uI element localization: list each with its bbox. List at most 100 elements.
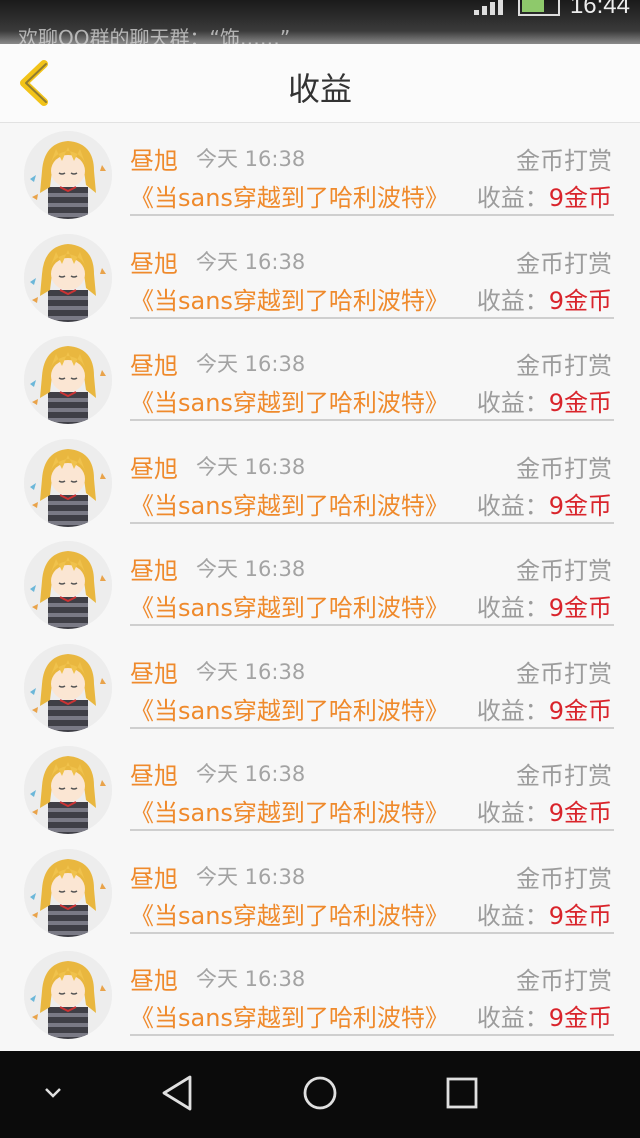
row-divider: [130, 316, 614, 319]
income-amount: 9金币: [548, 184, 612, 212]
user-avatar[interactable]: [24, 131, 112, 219]
user-avatar[interactable]: [24, 438, 112, 527]
user-avatar[interactable]: [24, 233, 112, 322]
row-divider: [130, 829, 614, 831]
row-divider: [130, 214, 614, 216]
record-type: 金币打赏: [516, 147, 612, 175]
user-avatar[interactable]: [24, 643, 112, 732]
work-title[interactable]: 《当sans穿越到了哈利波特》: [130, 178, 449, 213]
income-info: 收益：9金币: [477, 691, 612, 726]
income-amount: 9金币: [548, 799, 612, 827]
income-amount: 9金币: [548, 286, 612, 315]
record-type: 金币打赏: [516, 249, 612, 278]
income-info: 收益：9金币: [477, 998, 612, 1033]
user-name[interactable]: 昼旭: [130, 244, 178, 279]
work-title[interactable]: 《当sans穿越到了哈利波特》: [130, 588, 449, 623]
income-amount: 9金币: [548, 1004, 612, 1032]
record-type: 金币打赏: [516, 454, 612, 483]
user-name[interactable]: 昼旭: [130, 346, 178, 381]
income-info: 收益：9金币: [477, 486, 612, 521]
row-divider: [130, 419, 614, 421]
user-avatar[interactable]: [24, 848, 112, 937]
chevron-down-icon[interactable]: [40, 1083, 66, 1107]
row-divider: [130, 521, 614, 524]
user-avatar[interactable]: [24, 541, 112, 629]
status-bar: 欢聊QQ群的聊天群：“饰……” 16:44: [0, 0, 640, 44]
record-time: 今天 16:38: [196, 864, 306, 889]
record-type: 金币打赏: [516, 864, 612, 893]
income-info: 收益：9金币: [477, 588, 612, 623]
record-type: 金币打赏: [516, 352, 612, 380]
work-title[interactable]: 《当sans穿越到了哈利波特》: [130, 998, 449, 1033]
row-divider: [130, 726, 614, 729]
notification-ticker: 欢聊QQ群的聊天群：“饰……”: [18, 26, 291, 44]
income-label: 收益：: [476, 1004, 549, 1032]
income-label: 收益：: [476, 799, 549, 827]
income-info: 收益：9金币: [477, 383, 612, 418]
nav-recents-icon[interactable]: [444, 1073, 480, 1117]
income-label: 收益：: [476, 491, 549, 520]
work-title[interactable]: 《当sans穿越到了哈利波特》: [130, 691, 449, 726]
status-time: 16:44: [569, 0, 630, 19]
user-name[interactable]: 昼旭: [130, 859, 178, 894]
income-label: 收益：: [476, 389, 549, 417]
battery-icon: [517, 0, 560, 16]
income-record-list[interactable]: 昼旭 今天 16:38 金币打赏 《当sans穿越到了哈利波特》 收益：9金币: [0, 123, 640, 1046]
record-time: 今天 16:38: [196, 659, 306, 684]
record-time: 今天 16:38: [196, 762, 306, 786]
nav-home-icon[interactable]: [302, 1073, 338, 1117]
status-icons: 16:44: [473, 0, 630, 20]
user-avatar[interactable]: [24, 336, 112, 424]
user-name[interactable]: 昼旭: [130, 141, 178, 176]
income-label: 收益：: [476, 594, 549, 622]
user-name[interactable]: 昼旭: [130, 756, 178, 791]
income-record-row[interactable]: 昼旭 今天 16:38 金币打赏 《当sans穿越到了哈利波特》 收益：9金币: [0, 738, 640, 841]
income-record-row[interactable]: 昼旭 今天 16:38 金币打赏 《当sans穿越到了哈利波特》 收益：9金币: [0, 533, 640, 636]
user-name[interactable]: 昼旭: [130, 961, 178, 996]
system-nav-bar: [0, 1051, 640, 1138]
work-title[interactable]: 《当sans穿越到了哈利波特》: [130, 281, 449, 316]
row-divider: [130, 1034, 614, 1036]
page-title: 收益: [287, 70, 352, 108]
income-info: 收益：9金币: [477, 281, 612, 316]
income-label: 收益：: [476, 696, 549, 725]
signal-icon: [473, 0, 508, 15]
user-avatar[interactable]: [24, 746, 112, 834]
income-record-row[interactable]: 昼旭 今天 16:38 金币打赏 《当sans穿越到了哈利波特》 收益：9金币: [0, 431, 640, 534]
work-title[interactable]: 《当sans穿越到了哈利波特》: [130, 896, 449, 931]
user-avatar[interactable]: [24, 951, 112, 1039]
row-divider: [130, 931, 614, 934]
user-name[interactable]: 昼旭: [130, 654, 178, 689]
income-amount: 9金币: [548, 696, 612, 725]
record-type: 金币打赏: [516, 762, 612, 790]
record-time: 今天 16:38: [196, 967, 306, 991]
record-type: 金币打赏: [516, 659, 612, 688]
income-label: 收益：: [476, 286, 549, 315]
record-time: 今天 16:38: [196, 147, 306, 171]
income-info: 收益：9金币: [477, 793, 612, 828]
work-title[interactable]: 《当sans穿越到了哈利波特》: [130, 793, 449, 828]
record-time: 今天 16:38: [196, 352, 306, 376]
user-name[interactable]: 昼旭: [130, 551, 178, 586]
income-amount: 9金币: [548, 389, 612, 417]
income-amount: 9金币: [548, 491, 612, 520]
record-time: 今天 16:38: [196, 454, 306, 479]
record-type: 金币打赏: [516, 967, 612, 995]
record-time: 今天 16:38: [196, 249, 306, 274]
user-name[interactable]: 昼旭: [130, 449, 178, 484]
income-record-row[interactable]: 昼旭 今天 16:38 金币打赏 《当sans穿越到了哈利波特》 收益：9金币: [0, 123, 640, 226]
work-title[interactable]: 《当sans穿越到了哈利波特》: [130, 486, 449, 521]
record-time: 今天 16:38: [196, 557, 306, 581]
work-title[interactable]: 《当sans穿越到了哈利波特》: [130, 383, 449, 418]
income-record-row[interactable]: 昼旭 今天 16:38 金币打赏 《当sans穿越到了哈利波特》 收益：9金币: [0, 943, 640, 1046]
record-type: 金币打赏: [516, 557, 612, 585]
income-amount: 9金币: [548, 901, 612, 930]
income-record-row[interactable]: 昼旭 今天 16:38 金币打赏 《当sans穿越到了哈利波特》 收益：9金币: [0, 636, 640, 739]
income-record-row[interactable]: 昼旭 今天 16:38 金币打赏 《当sans穿越到了哈利波特》 收益：9金币: [0, 841, 640, 944]
income-record-row[interactable]: 昼旭 今天 16:38 金币打赏 《当sans穿越到了哈利波特》 收益：9金币: [0, 328, 640, 431]
income-record-row[interactable]: 昼旭 今天 16:38 金币打赏 《当sans穿越到了哈利波特》 收益：9金币: [0, 226, 640, 329]
app-header: 收益: [0, 44, 640, 123]
income-label: 收益：: [476, 184, 549, 212]
income-amount: 9金币: [548, 594, 612, 622]
nav-back-icon[interactable]: [160, 1073, 196, 1117]
